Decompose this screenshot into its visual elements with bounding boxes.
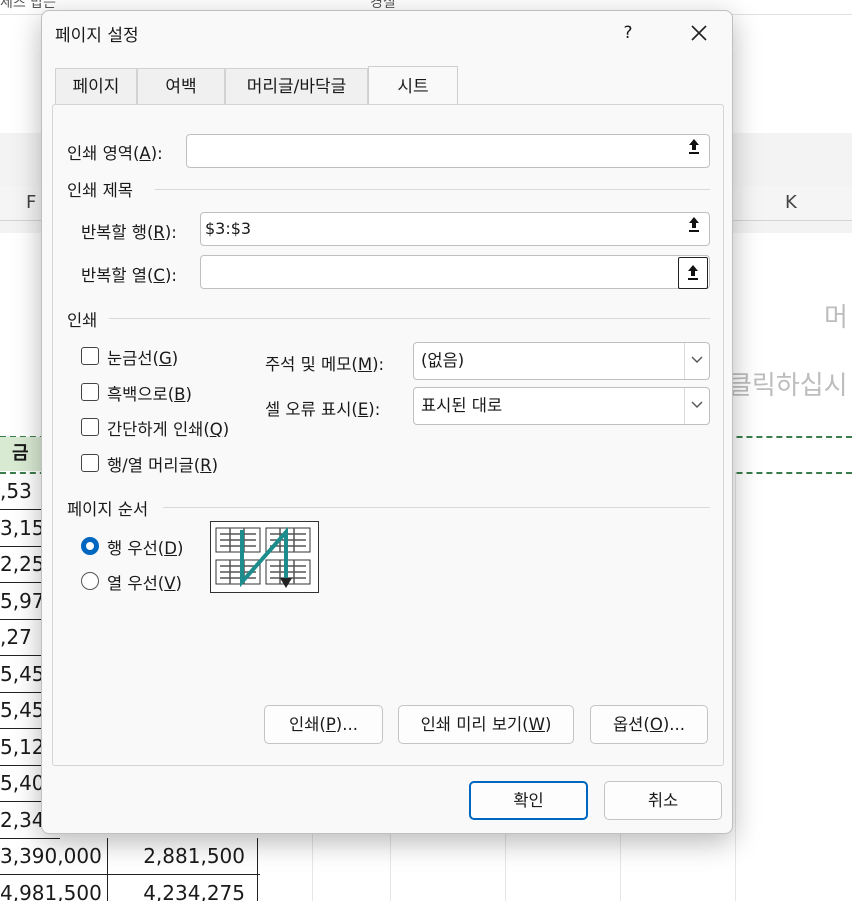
- page-order-group-label: 페이지 순서: [67, 500, 149, 519]
- sheet-panel: 인쇄 영역(A): 인쇄 제목 반복할 행(R): $3:$3 반복할 열(C)…: [52, 104, 724, 766]
- tab-header-footer[interactable]: 머리글/바닥글: [225, 68, 368, 104]
- comments-select[interactable]: (없음): [413, 342, 710, 380]
- print-titles-group-label: 인쇄 제목: [67, 181, 133, 200]
- chevron-down-icon: [684, 388, 709, 424]
- placeholder-line: 머: [824, 303, 848, 333]
- close-button[interactable]: [682, 17, 716, 49]
- draft-quality-checkbox[interactable]: [81, 418, 99, 436]
- draft-quality-label[interactable]: 간단하게 인쇄(Q): [107, 416, 229, 440]
- group-divider: [163, 507, 710, 508]
- table-cell[interactable]: 4,981,500: [0, 874, 108, 901]
- black-white-label[interactable]: 흑백으로(B): [107, 381, 192, 405]
- table-row: 3,390,000 2,881,500: [0, 838, 260, 875]
- gridlines-label[interactable]: 눈금선(G): [107, 345, 178, 369]
- table-row: 4,981,500 4,234,275: [0, 874, 260, 901]
- close-icon: [691, 25, 707, 41]
- cancel-button[interactable]: 취소: [604, 781, 722, 820]
- print-group-label: 인쇄: [67, 311, 98, 330]
- column-header[interactable]: K: [785, 192, 797, 213]
- tab-page[interactable]: 페이지: [55, 68, 137, 104]
- page-order-preview: [210, 521, 319, 593]
- repeat-cols-input[interactable]: [200, 255, 710, 289]
- table-cell[interactable]: 2,881,500: [108, 838, 258, 874]
- tab-margins[interactable]: 여백: [137, 68, 225, 104]
- page-setup-dialog: 페이지 설정 ? 페이지 여백 머리글/바닥글 시트 인쇄 영역(A): 인쇄 …: [41, 10, 733, 834]
- collapse-dialog-icon[interactable]: [679, 135, 709, 167]
- tab-sheet[interactable]: 시트: [368, 66, 458, 104]
- black-white-checkbox[interactable]: [81, 383, 99, 401]
- ok-button[interactable]: 확인: [469, 781, 588, 820]
- options-button[interactable]: 옵션(O)...: [590, 705, 708, 744]
- gridlines-checkbox[interactable]: [81, 347, 99, 365]
- repeat-rows-label: 반복할 행(R):: [81, 223, 177, 242]
- chevron-down-icon: [684, 343, 709, 379]
- repeat-rows-input[interactable]: $3:$3: [200, 212, 710, 246]
- group-divider: [109, 318, 710, 319]
- table-cell[interactable]: 4,234,275: [108, 874, 258, 901]
- cell-errors-label: 셀 오류 표시(E):: [265, 400, 381, 419]
- help-button[interactable]: ?: [614, 19, 642, 47]
- grid-line: [735, 472, 736, 901]
- group-divider: [155, 189, 710, 190]
- comments-label: 주석 및 메모(M):: [265, 355, 385, 374]
- column-header[interactable]: F: [26, 192, 36, 213]
- repeat-cols-label: 반복할 열(C):: [81, 266, 177, 285]
- print-area-input[interactable]: [186, 134, 710, 168]
- placeholder-line: 클릭하십시: [728, 371, 848, 401]
- row-col-headings-label[interactable]: 행/열 머리글(R): [107, 452, 218, 476]
- collapse-dialog-icon[interactable]: [678, 257, 708, 289]
- print-button[interactable]: 인쇄(P)...: [264, 705, 383, 744]
- down-then-over-radio[interactable]: [81, 537, 99, 555]
- row-col-headings-checkbox[interactable]: [81, 454, 99, 472]
- table-cell[interactable]: 3,390,000: [0, 838, 108, 874]
- down-then-over-label[interactable]: 행 우선(D): [107, 535, 183, 559]
- cell-errors-select[interactable]: 표시된 대로: [413, 387, 710, 425]
- print-area-label: 인쇄 영역(A):: [67, 144, 163, 163]
- page-order-diagram-icon: [215, 526, 311, 588]
- collapse-dialog-icon[interactable]: [679, 213, 709, 245]
- dialog-title: 페이지 설정: [55, 26, 139, 46]
- over-then-down-radio[interactable]: [81, 572, 99, 590]
- print-preview-button[interactable]: 인쇄 미리 보기(W): [398, 705, 574, 744]
- tab-bar: 페이지 여백 머리글/바닥글 시트: [55, 66, 715, 105]
- over-then-down-label[interactable]: 열 우선(V): [107, 570, 182, 594]
